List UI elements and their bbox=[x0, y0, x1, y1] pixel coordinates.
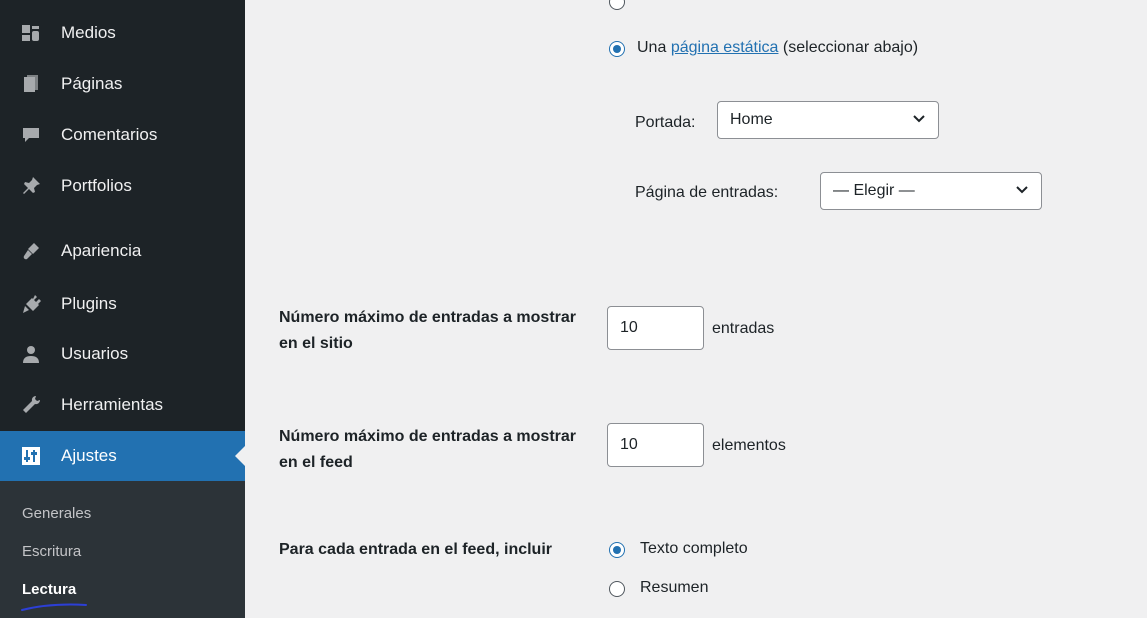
tools-icon bbox=[20, 394, 42, 416]
pin-icon bbox=[20, 175, 42, 197]
active-indicator bbox=[235, 446, 245, 466]
latest-posts-radio[interactable] bbox=[609, 0, 625, 10]
sidebar-item-label: Páginas bbox=[61, 74, 123, 93]
sidebar-item-usuarios[interactable]: Usuarios bbox=[0, 332, 245, 376]
front-page-value: Home bbox=[730, 111, 773, 128]
posts-per-rss-unit: elementos bbox=[712, 437, 786, 454]
posts-per-rss-value: 10 bbox=[620, 436, 638, 453]
front-page-label: Portada: bbox=[635, 114, 696, 131]
rss-full-text-radio[interactable] bbox=[609, 542, 625, 558]
sidebar-item-label: Usuarios bbox=[61, 344, 129, 363]
sidebar-item-label: Apariencia bbox=[61, 241, 142, 260]
sidebar-item-ajustes[interactable]: Ajustes bbox=[0, 431, 245, 481]
sidebar-item-portfolios[interactable]: Portfolios bbox=[0, 164, 245, 208]
submenu-item-lectura[interactable]: Lectura bbox=[22, 581, 76, 598]
sidebar-item-label: Ajustes bbox=[61, 446, 117, 465]
comments-icon bbox=[20, 124, 42, 146]
static-page-radio[interactable] bbox=[609, 41, 625, 57]
chevron-down-icon bbox=[1015, 183, 1029, 202]
posts-per-page-unit: entradas bbox=[712, 320, 775, 337]
static-page-link[interactable]: página estática bbox=[671, 39, 779, 56]
sidebar-item-label: Portfolios bbox=[61, 176, 132, 195]
appearance-icon bbox=[20, 240, 42, 262]
rss-summary-label: Resumen bbox=[640, 579, 709, 596]
posts-per-page-input[interactable]: 10 bbox=[607, 306, 704, 350]
sidebar-item-medios[interactable]: Medios bbox=[0, 11, 245, 55]
settings-submenu: Generales Escritura Lectura bbox=[0, 481, 245, 618]
sidebar-item-label: Medios bbox=[61, 23, 116, 42]
chevron-down-icon bbox=[912, 112, 926, 131]
submenu-item-generales[interactable]: Generales bbox=[22, 505, 91, 522]
reading-settings-form: Una página estática (seleccionar abajo) … bbox=[245, 0, 1147, 618]
posts-page-value: — Elegir — bbox=[833, 182, 915, 199]
sidebar-item-comentarios[interactable]: Comentarios bbox=[0, 113, 245, 157]
rss-summary-radio[interactable] bbox=[609, 581, 625, 597]
sidebar-item-label: Comentarios bbox=[61, 125, 158, 144]
static-page-suffix: (seleccionar abajo) bbox=[782, 39, 919, 56]
posts-per-page-value: 10 bbox=[620, 319, 638, 336]
posts-per-rss-label: Número máximo de entradas a mostrar en e… bbox=[279, 428, 576, 471]
settings-icon bbox=[20, 445, 42, 467]
sidebar-item-paginas[interactable]: Páginas bbox=[0, 62, 245, 106]
sidebar-item-label: Plugins bbox=[61, 294, 117, 313]
media-icon bbox=[20, 22, 42, 44]
rss-content-label: Para cada entrada en el feed, incluir bbox=[279, 541, 552, 558]
plugins-icon bbox=[20, 293, 42, 315]
sidebar-item-plugins[interactable]: Plugins bbox=[0, 282, 245, 326]
posts-page-label: Página de entradas: bbox=[635, 184, 779, 201]
pages-icon bbox=[20, 73, 42, 95]
rss-full-text-label: Texto completo bbox=[640, 540, 748, 557]
static-page-prefix: Una bbox=[637, 39, 667, 56]
static-page-option-label: Una página estática (seleccionar abajo) bbox=[637, 39, 918, 57]
sidebar-item-herramientas[interactable]: Herramientas bbox=[0, 383, 245, 427]
sidebar-item-label: Herramientas bbox=[61, 395, 164, 414]
handwritten-underline bbox=[21, 603, 87, 611]
posts-page-select[interactable]: — Elegir — bbox=[820, 172, 1042, 210]
posts-per-rss-input[interactable]: 10 bbox=[607, 423, 704, 467]
posts-per-page-label: Número máximo de entradas a mostrar en e… bbox=[279, 309, 576, 352]
sidebar-item-apariencia[interactable]: Apariencia bbox=[0, 229, 245, 273]
users-icon bbox=[20, 343, 42, 365]
front-page-select[interactable]: Home bbox=[717, 101, 939, 139]
submenu-item-escritura[interactable]: Escritura bbox=[22, 543, 81, 560]
